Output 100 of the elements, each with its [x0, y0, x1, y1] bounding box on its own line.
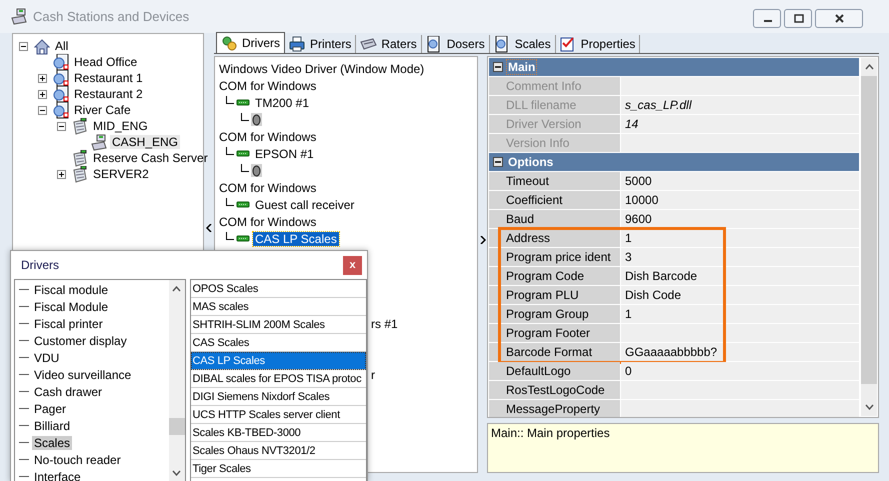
property-name: Program PLU — [489, 286, 620, 304]
category-item[interactable]: No-touch reader — [32, 452, 123, 466]
property-name: Coefficient — [489, 191, 620, 209]
cube-on-card-icon — [52, 86, 69, 102]
connector-icon — [236, 234, 250, 243]
property-name: Barcode Format — [489, 343, 620, 361]
property-value[interactable]: s_cas_LP.dll — [621, 96, 859, 114]
tree-item[interactable]: SERVER2 — [91, 167, 151, 181]
collapse-left-icon[interactable] — [206, 224, 212, 232]
driver-option[interactable]: MAS scales — [190, 298, 366, 316]
device-item[interactable]: EPSON #1 — [253, 146, 316, 160]
driver-item[interactable]: rs #1 — [371, 316, 398, 330]
driver-option[interactable]: Scales KB-TBED-3000 — [190, 424, 366, 442]
property-value[interactable]: 0 — [621, 362, 859, 380]
tree-item[interactable]: CASH_ENG — [110, 135, 180, 149]
scroll-up-icon[interactable] — [172, 286, 182, 292]
category-item[interactable]: Fiscal Module — [32, 300, 110, 314]
tree-item[interactable]: MID_ENG — [91, 119, 150, 133]
tree-item[interactable]: Reserve Cash Server — [91, 151, 210, 165]
category-item[interactable]: Cash drawer — [32, 384, 104, 398]
driver-option[interactable]: UCS HTTP Scales server client — [190, 406, 366, 424]
driver-item[interactable]: Windows Video Driver (Window Mode) — [219, 62, 424, 76]
close-icon — [834, 14, 844, 23]
scroll-down-icon[interactable] — [172, 470, 182, 476]
property-value[interactable]: Dish Code — [621, 286, 859, 304]
category-item[interactable]: Interface — [32, 470, 83, 481]
driver-item[interactable]: COM for Windows — [219, 214, 316, 228]
tab[interactable]: Printers — [285, 35, 356, 53]
group-title: Main — [507, 60, 536, 74]
property-value[interactable]: Dish Barcode — [621, 267, 859, 285]
driver-item[interactable]: COM for Windows — [219, 78, 316, 92]
minimize-button[interactable] — [753, 9, 781, 28]
scroll-thumb[interactable] — [168, 418, 185, 435]
collapse-icon[interactable] — [57, 122, 66, 130]
mouse-icon[interactable] — [251, 113, 262, 126]
driver-option[interactable]: CAS LP Scales — [190, 352, 366, 370]
cash-terminal-icon — [71, 150, 88, 166]
category-item[interactable]: Pager — [32, 402, 68, 416]
tab[interactable]: Dosers — [422, 35, 490, 53]
maximize-button[interactable] — [784, 9, 812, 28]
driver-option[interactable]: Scales Ohaus NVT3201/2 — [190, 442, 366, 460]
driver-item[interactable]: COM for Windows — [219, 130, 316, 144]
collapse-icon[interactable] — [38, 106, 47, 114]
property-name: MessageProperty — [489, 400, 620, 418]
category-item[interactable]: Scales — [32, 436, 72, 450]
device-item[interactable]: TM200 #1 — [253, 96, 312, 110]
property-name: Program Group — [489, 305, 620, 323]
close-button[interactable] — [815, 9, 863, 28]
device-item[interactable]: Guest call receiver — [253, 198, 356, 212]
tab[interactable]: Scales — [490, 35, 556, 53]
tree-item[interactable]: Restaurant 1 — [72, 71, 145, 85]
property-value[interactable]: 10000 — [621, 191, 859, 209]
tab[interactable]: Drivers — [216, 32, 285, 53]
tab[interactable]: Raters — [356, 35, 422, 53]
driver-option[interactable]: Tiger Scales — [190, 460, 366, 478]
tree-item[interactable]: All — [53, 39, 70, 53]
property-value[interactable]: 14 — [621, 115, 859, 133]
driver-option[interactable]: SHTRIH-SLIM 200M Scales — [190, 316, 366, 334]
group-header[interactable]: Main — [489, 58, 859, 76]
scroll-up-icon[interactable] — [864, 64, 874, 70]
category-item[interactable]: Billiard — [32, 418, 72, 432]
property-value[interactable]: 1 — [621, 229, 859, 247]
property-value[interactable]: GGaaaaabbbbb? — [621, 343, 859, 361]
card-reader-icon — [360, 36, 378, 52]
cube-on-card-icon — [52, 102, 69, 118]
category-item[interactable]: VDU — [32, 350, 62, 364]
driver-option[interactable]: DIGI Siemens Nixdorf Scales — [190, 388, 366, 406]
mouse-icon[interactable] — [251, 164, 262, 177]
collapse-icon[interactable] — [493, 62, 503, 72]
collapse-icon[interactable] — [19, 42, 28, 50]
driver-item[interactable]: COM for Windows — [219, 180, 316, 194]
tree-item[interactable]: Head Office — [72, 55, 140, 69]
driver-option[interactable]: OPOS Scales — [190, 280, 366, 298]
tree-item[interactable]: River Cafe — [72, 103, 133, 117]
window-title: Cash Stations and Devices — [33, 9, 190, 24]
driver-option[interactable]: DIBAL scales for EPOS TISA protoc — [190, 370, 366, 388]
category-item[interactable]: Video surveillance — [32, 368, 134, 382]
cash-terminal-icon — [71, 166, 88, 182]
tab[interactable]: Properties — [556, 35, 640, 53]
expand-icon[interactable] — [57, 170, 66, 178]
driver-item[interactable]: r — [371, 368, 375, 382]
scroll-down-icon[interactable] — [864, 404, 874, 410]
property-value[interactable]: 9600 — [621, 210, 859, 228]
property-name: Driver Version — [489, 115, 620, 133]
device-item[interactable]: CAS LP Scales — [253, 232, 339, 246]
close-button[interactable]: x — [343, 256, 362, 274]
category-item[interactable]: Fiscal printer — [32, 316, 105, 330]
connector-icon — [236, 98, 250, 107]
property-value[interactable]: 1 — [621, 305, 859, 323]
category-item[interactable]: Fiscal module — [32, 282, 110, 296]
group-header[interactable]: Options — [489, 153, 859, 171]
expand-icon[interactable] — [38, 74, 47, 82]
collapse-right-icon[interactable] — [480, 236, 486, 244]
scrollbar[interactable] — [168, 280, 185, 481]
tree-item[interactable]: Restaurant 2 — [72, 87, 145, 101]
property-value[interactable]: 5000 — [621, 172, 859, 190]
category-item[interactable]: Customer display — [32, 334, 129, 348]
expand-icon[interactable] — [38, 90, 47, 98]
collapse-icon[interactable] — [493, 157, 503, 167]
property-value[interactable]: 3 — [621, 248, 859, 266]
